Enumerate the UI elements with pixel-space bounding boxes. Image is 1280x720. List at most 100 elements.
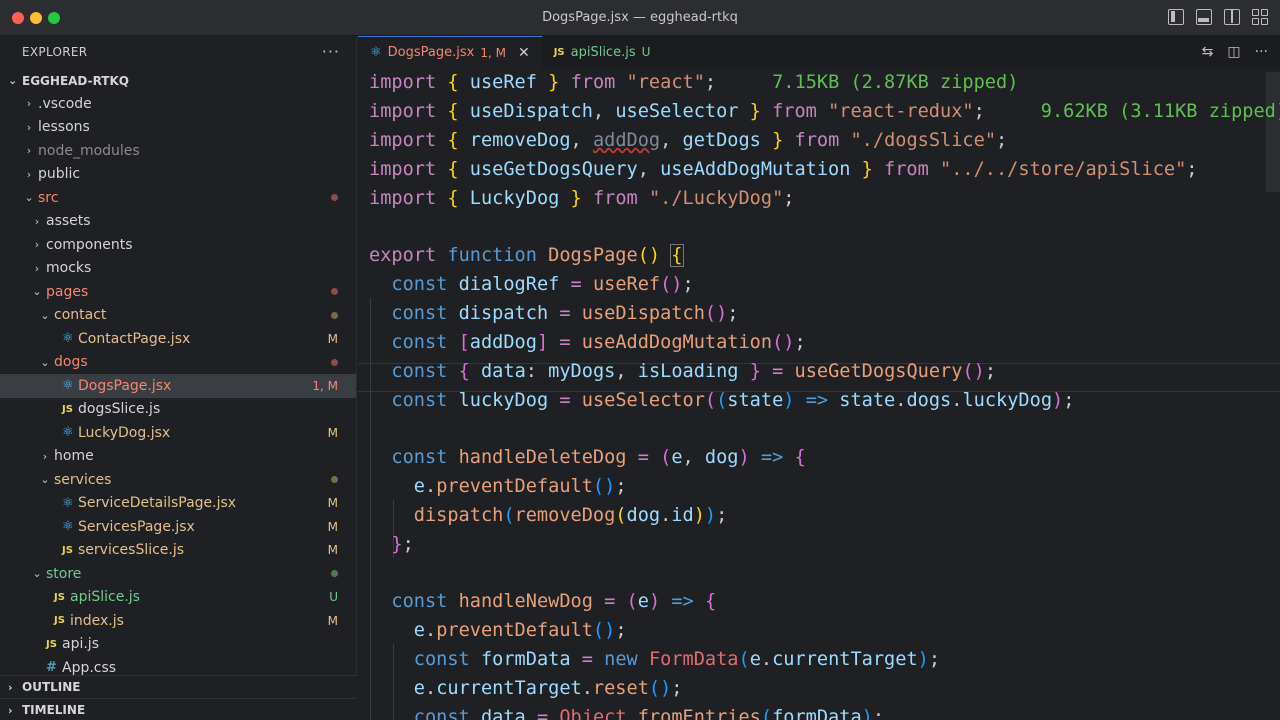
close-tab-icon[interactable]: ✕ — [518, 45, 530, 61]
layout-controls — [1168, 9, 1268, 25]
status-dot-icon — [331, 194, 338, 202]
js-file-icon: JS — [62, 544, 73, 556]
explorer-header: EXPLORER ··· — [0, 36, 356, 68]
tree-folder-contact[interactable]: ⌄ contact — [0, 304, 356, 328]
code-line-17: }; — [391, 534, 414, 555]
more-actions-icon[interactable]: ··· — [1255, 44, 1268, 60]
tree-folder--vscode[interactable]: › .vscode — [0, 92, 356, 116]
tree-item-label: store — [46, 565, 82, 582]
code-line-15: e.preventDefault(); — [413, 476, 627, 497]
tree-folder-dogs[interactable]: ⌄ dogs — [0, 351, 356, 375]
tree-folder-mocks[interactable]: › mocks — [0, 257, 356, 281]
code-line-7: export function DogsPage() { — [369, 244, 684, 267]
scrollbar-thumb[interactable] — [1266, 72, 1280, 192]
tree-item-label: ServiceDetailsPage.jsx — [78, 495, 237, 512]
tree-item-label: dogs — [54, 354, 88, 371]
tree-item-label: assets — [46, 213, 91, 230]
chevron-right-icon: › — [26, 97, 32, 111]
css-file-icon: # — [46, 660, 57, 676]
tab-label: DogsPage.jsx — [387, 45, 475, 60]
window-title: DogsPage.jsx — egghead-rtkq — [542, 10, 738, 25]
tree-item-label: servicesSlice.js — [78, 542, 185, 559]
code-line-21: const formData = new FormData(e.currentT… — [413, 649, 941, 670]
tree-folder-store[interactable]: ⌄ store — [0, 562, 356, 586]
tree-file-luckydog-jsx[interactable]: ⚛ LuckyDog.jsx M — [0, 421, 356, 445]
tree-file-dogspage-jsx[interactable]: ⚛ DogsPage.jsx 1, M — [0, 374, 356, 398]
status-dot-icon — [331, 570, 338, 578]
status-dot-icon — [331, 311, 338, 319]
code-editor[interactable]: import { useRef } from "react"; 7.15KB (… — [358, 68, 1280, 720]
compare-changes-icon[interactable]: ⇆ — [1202, 44, 1214, 60]
tree-folder-lessons[interactable]: › lessons — [0, 116, 356, 140]
chevron-right-icon: › — [26, 167, 32, 181]
tree-file-servicespage-jsx[interactable]: ⚛ ServicesPage.jsx M — [0, 515, 356, 539]
tree-item-label: index.js — [70, 612, 124, 629]
tree-file-api-js[interactable]: JS api.js — [0, 633, 356, 657]
tree-folder-assets[interactable]: › assets — [0, 210, 356, 234]
chevron-down-icon: ⌄ — [32, 567, 42, 581]
tree-file-servicesslice-js[interactable]: JS servicesSlice.js M — [0, 539, 356, 563]
project-folder-header[interactable]: ⌄ EGGHEAD-RTKQ — [0, 69, 356, 92]
js-file-icon: JS — [54, 615, 65, 627]
tab-dogspage[interactable]: ⚛ DogsPage.jsx 1, M ✕ — [358, 36, 542, 68]
toggle-sidebar-icon[interactable] — [1168, 9, 1184, 25]
outline-label: OUTLINE — [22, 680, 81, 694]
split-editor-icon[interactable]: ◫ — [1227, 44, 1240, 60]
explorer-sidebar: EXPLORER ··· ⌄ EGGHEAD-RTKQ › .vscode › les… — [0, 36, 357, 720]
tree-folder-src[interactable]: ⌄ src — [0, 186, 356, 210]
react-file-icon: ⚛ — [62, 495, 74, 511]
code-line-22: e.currentTarget.reset(); — [413, 678, 683, 699]
more-actions-icon[interactable]: ··· — [322, 42, 340, 61]
chevron-down-icon: ⌄ — [24, 191, 34, 205]
chevron-right-icon: › — [26, 120, 32, 134]
customize-layout-icon[interactable] — [1252, 9, 1268, 25]
tree-file-apislice-js[interactable]: JS apiSlice.js U — [0, 586, 356, 610]
js-file-icon: JS — [54, 591, 65, 603]
tree-folder-public[interactable]: › public — [0, 163, 356, 187]
timeline-section[interactable]: › TIMELINE — [0, 698, 357, 720]
tab-apislice[interactable]: JS apiSlice.js U — [542, 36, 663, 68]
react-file-icon: ⚛ — [62, 331, 74, 347]
chevron-down-icon: ⌄ — [32, 285, 42, 299]
tree-item-label: .vscode — [38, 95, 92, 112]
timeline-label: TIMELINE — [22, 703, 86, 717]
tree-file-contactpage-jsx[interactable]: ⚛ ContactPage.jsx M — [0, 327, 356, 351]
code-line-4: import { useGetDogsQuery, useAddDogMutat… — [369, 159, 1198, 180]
toggle-panel-icon[interactable] — [1196, 9, 1212, 25]
explorer-title: EXPLORER — [22, 45, 88, 59]
tree-item-label: node_modules — [38, 142, 140, 159]
code-line-2: import { useDispatch, useSelector } from… — [369, 98, 1280, 127]
tree-file-dogsslice-js[interactable]: JS dogsSlice.js — [0, 398, 356, 422]
tree-item-label: mocks — [46, 260, 92, 277]
tree-item-label: LuckyDog.jsx — [78, 424, 171, 441]
tree-item-label: src — [38, 189, 59, 206]
code-line-16: dispatch(removeDog(dog.id)); — [413, 505, 728, 526]
chevron-down-icon: ⌄ — [40, 473, 50, 487]
tree-folder-home[interactable]: › home — [0, 445, 356, 469]
editor-area: ⚛ DogsPage.jsx 1, M ✕ JS apiSlice.js U ⇆… — [358, 36, 1280, 720]
react-file-icon: ⚛ — [62, 425, 74, 441]
tree-item-label: public — [38, 166, 81, 183]
chevron-right-icon: › — [8, 680, 13, 694]
react-file-icon: ⚛ — [62, 378, 74, 394]
tree-item-label: ServicesPage.jsx — [78, 518, 195, 535]
tree-folder-services[interactable]: ⌄ services — [0, 468, 356, 492]
code-line-19: const handleNewDog = (e) => { — [391, 591, 717, 612]
status-dot-icon — [331, 288, 338, 296]
chevron-right-icon: › — [42, 449, 48, 463]
tree-item-label: dogsSlice.js — [78, 401, 161, 418]
status-dot-icon — [331, 476, 338, 484]
toggle-secondary-sidebar-icon[interactable] — [1224, 9, 1240, 25]
tree-folder-components[interactable]: › components — [0, 233, 356, 257]
outline-section[interactable]: › OUTLINE — [0, 675, 357, 698]
tree-folder-node-modules[interactable]: › node_modules — [0, 139, 356, 163]
code-line-9: const dispatch = useDispatch(); — [391, 303, 739, 324]
chevron-right-icon: › — [34, 238, 40, 252]
git-status-badge: M — [327, 425, 338, 440]
tree-file-servicedetailspage-jsx[interactable]: ⚛ ServiceDetailsPage.jsx M — [0, 492, 356, 516]
code-line-1: import { useRef } from "react"; 7.15KB (… — [369, 72, 1019, 93]
chevron-right-icon: › — [34, 214, 40, 228]
tree-file-index-js[interactable]: JS index.js M — [0, 609, 356, 633]
tree-folder-pages[interactable]: ⌄ pages — [0, 280, 356, 304]
code-line-11: const { data: myDogs, isLoading } = useG… — [391, 361, 997, 382]
